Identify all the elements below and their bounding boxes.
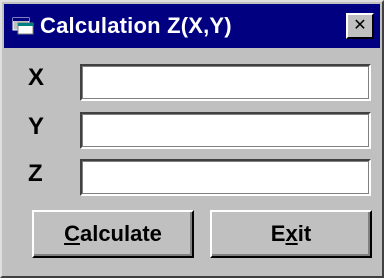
close-button[interactable]: ✕ — [346, 13, 374, 39]
y-input[interactable] — [80, 112, 371, 149]
x-label: X — [28, 64, 45, 91]
exit-button-label: Exit — [270, 221, 312, 246]
exit-button[interactable]: Exit — [210, 210, 372, 258]
window-title: Calculation Z(X,Y) — [40, 13, 232, 38]
z-label: Z — [28, 160, 43, 187]
calculate-button-label: Calculate — [64, 221, 162, 246]
x-input[interactable] — [80, 64, 371, 101]
dialog-window: Calculation Z(X,Y) ✕ X Y Z Calculate Exi… — [0, 0, 384, 278]
calculate-button[interactable]: Calculate — [32, 210, 194, 258]
app-window-icon — [12, 17, 34, 35]
close-icon: ✕ — [353, 17, 367, 34]
z-input[interactable] — [80, 159, 371, 196]
title-bar[interactable]: Calculation Z(X,Y) ✕ — [4, 4, 380, 48]
y-label: Y — [28, 113, 45, 140]
